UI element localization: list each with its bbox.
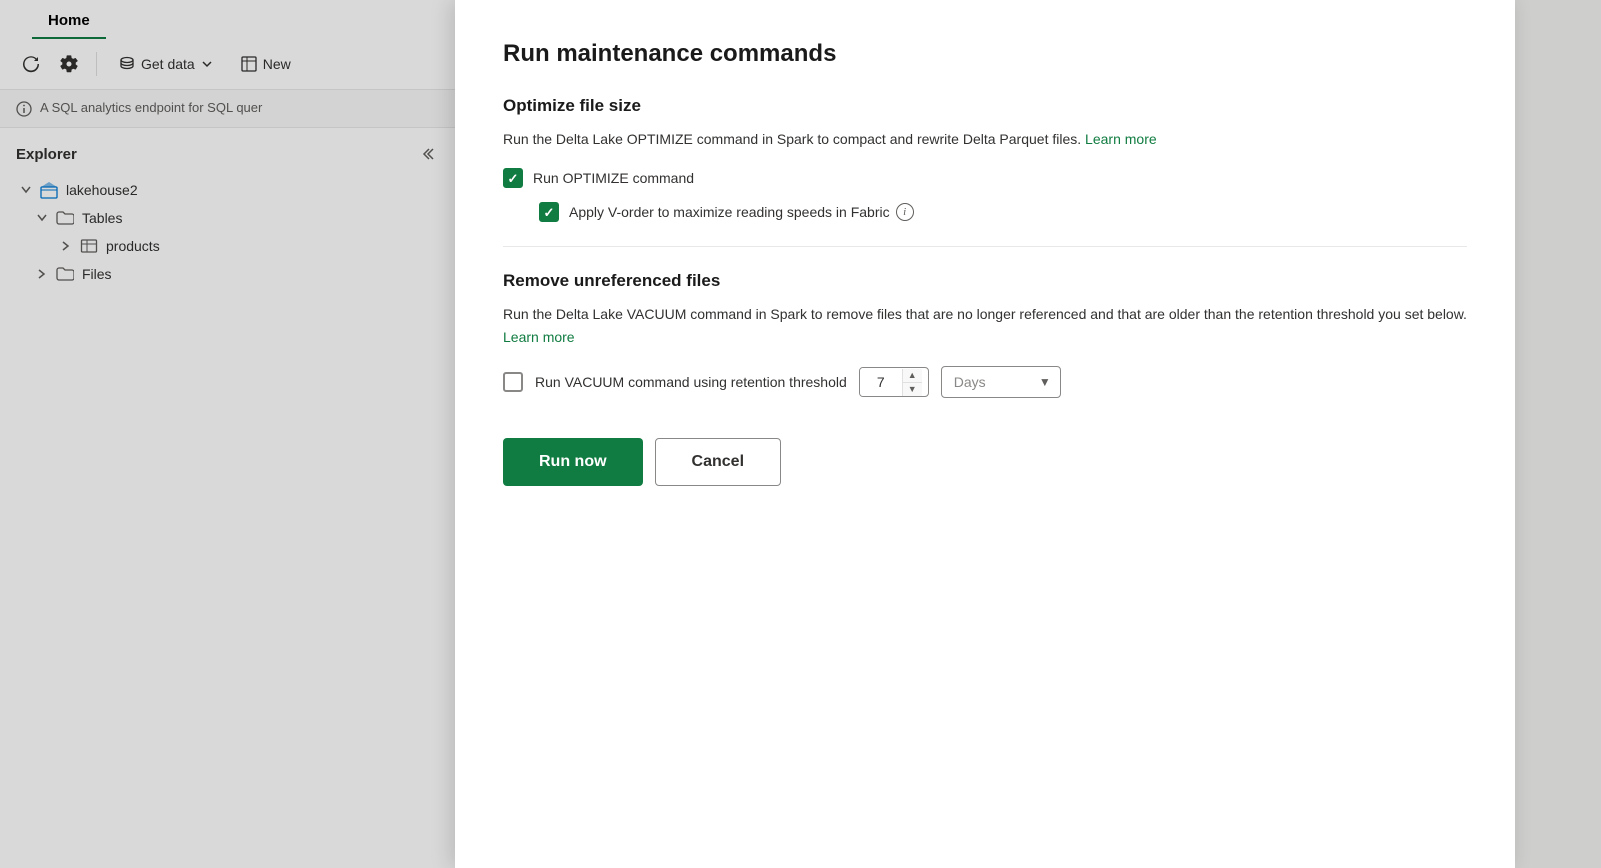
vorder-check-mark: ✓ — [544, 206, 555, 219]
vorder-label: Apply V-order to maximize reading speeds… — [569, 203, 914, 221]
vorder-checkbox[interactable]: ✓ — [539, 202, 559, 222]
optimize-section-desc: Run the Delta Lake OPTIMIZE command in S… — [503, 128, 1467, 150]
vorder-info-icon[interactable]: i — [896, 203, 914, 221]
number-spinners: ▲ ▼ — [902, 369, 922, 396]
spinner-up-button[interactable]: ▲ — [903, 369, 922, 383]
run-optimize-label: Run OPTIMIZE command — [533, 170, 694, 186]
section-divider — [503, 246, 1467, 247]
run-vacuum-checkbox[interactable]: ✓ — [503, 372, 523, 392]
vorder-checkbox-row: ✓ Apply V-order to maximize reading spee… — [503, 202, 1467, 222]
vacuum-section-desc: Run the Delta Lake VACUUM command in Spa… — [503, 303, 1467, 348]
optimize-check-mark: ✓ — [508, 172, 519, 185]
run-optimize-checkbox[interactable]: ✓ — [503, 168, 523, 188]
vorder-label-text: Apply V-order to maximize reading speeds… — [569, 204, 890, 220]
vacuum-section-heading: Remove unreferenced files — [503, 271, 1467, 291]
vacuum-desc-text: Run the Delta Lake VACUUM command in Spa… — [503, 306, 1467, 322]
retention-unit-wrapper[interactable]: Days Hours ▼ — [941, 366, 1061, 398]
retention-number-input[interactable]: ▲ ▼ — [859, 367, 929, 397]
run-now-button[interactable]: Run now — [503, 438, 643, 486]
retention-unit-select[interactable]: Days Hours — [941, 366, 1061, 398]
cancel-button[interactable]: Cancel — [655, 438, 781, 486]
optimize-learn-more-link[interactable]: Learn more — [1085, 131, 1157, 147]
optimize-desc-text: Run the Delta Lake OPTIMIZE command in S… — [503, 131, 1081, 147]
modal-title: Run maintenance commands — [503, 40, 1467, 68]
vacuum-checkbox-row: ✓ Run VACUUM command using retention thr… — [503, 366, 1467, 398]
button-row: Run now Cancel — [503, 438, 1467, 486]
optimize-checkbox-row: ✓ Run OPTIMIZE command — [503, 168, 1467, 188]
spinner-down-button[interactable]: ▼ — [903, 383, 922, 396]
retention-value-input[interactable] — [860, 368, 902, 396]
optimize-section-heading: Optimize file size — [503, 96, 1467, 116]
modal-panel: Run maintenance commands Optimize file s… — [455, 0, 1515, 868]
vacuum-learn-more-link[interactable]: Learn more — [503, 329, 575, 345]
run-vacuum-label: Run VACUUM command using retention thres… — [535, 374, 847, 390]
